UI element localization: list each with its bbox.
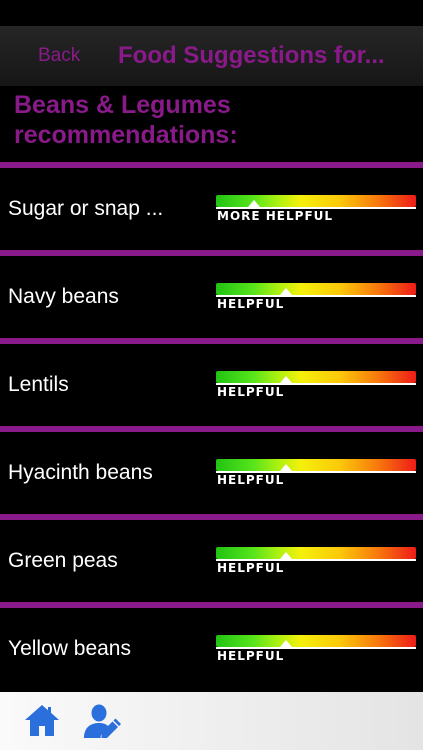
profile-edit-icon[interactable] xyxy=(82,701,122,741)
page-title: Food Suggestions for... xyxy=(118,42,385,69)
food-name: Hyacinth beans xyxy=(8,461,153,484)
back-button[interactable]: Back xyxy=(38,42,80,70)
meter-gradient-bar xyxy=(216,547,416,559)
food-row[interactable]: Sugar or snap ... MORE HELPFUL xyxy=(0,168,423,250)
navigation-bar: Back Food Suggestions for... xyxy=(0,26,423,86)
tab-bar xyxy=(0,692,423,750)
meter-indicator-notch xyxy=(280,552,292,559)
section-heading-line-2: recommendations: xyxy=(14,121,238,149)
helpfulness-meter: HELPFUL xyxy=(216,547,416,587)
helpfulness-meter: HELPFUL xyxy=(216,635,416,675)
food-name: Yellow beans xyxy=(8,637,131,660)
meter-indicator-notch xyxy=(280,376,292,383)
meter-gradient-bar xyxy=(216,283,416,295)
meter-indicator-notch xyxy=(280,640,292,647)
meter-gradient-bar xyxy=(216,459,416,471)
helpfulness-meter: HELPFUL xyxy=(216,283,416,323)
food-row[interactable]: Hyacinth beans HELPFUL xyxy=(0,432,423,514)
section-heading-line-1: Beans & Legumes xyxy=(14,91,231,119)
food-row[interactable]: Yellow beans HELPFUL xyxy=(0,608,423,690)
food-name: Green peas xyxy=(8,549,118,572)
section-heading: Beans & Legumes recommendations: xyxy=(14,90,414,150)
status-bar xyxy=(0,0,423,26)
meter-indicator-notch xyxy=(248,200,260,207)
helpfulness-label: MORE HELPFUL xyxy=(217,209,334,223)
home-icon[interactable] xyxy=(22,701,62,741)
helpfulness-label: HELPFUL xyxy=(217,297,285,311)
meter-gradient-bar xyxy=(216,371,416,383)
helpfulness-label: HELPFUL xyxy=(217,473,285,487)
helpfulness-meter: HELPFUL xyxy=(216,459,416,499)
meter-indicator-notch xyxy=(280,464,292,471)
helpfulness-meter: MORE HELPFUL xyxy=(216,195,416,235)
meter-gradient-bar xyxy=(216,195,416,207)
helpfulness-label: HELPFUL xyxy=(217,385,285,399)
helpfulness-label: HELPFUL xyxy=(217,649,285,663)
meter-gradient-bar xyxy=(216,635,416,647)
helpfulness-meter: HELPFUL xyxy=(216,371,416,411)
food-name: Navy beans xyxy=(8,285,119,308)
helpfulness-label: HELPFUL xyxy=(217,561,285,575)
food-row[interactable]: Lentils HELPFUL xyxy=(0,344,423,426)
food-row[interactable]: Green peas HELPFUL xyxy=(0,520,423,602)
food-row[interactable]: Navy beans HELPFUL xyxy=(0,256,423,338)
food-name: Lentils xyxy=(8,373,69,396)
meter-indicator-notch xyxy=(280,288,292,295)
food-name: Sugar or snap ... xyxy=(8,197,164,220)
